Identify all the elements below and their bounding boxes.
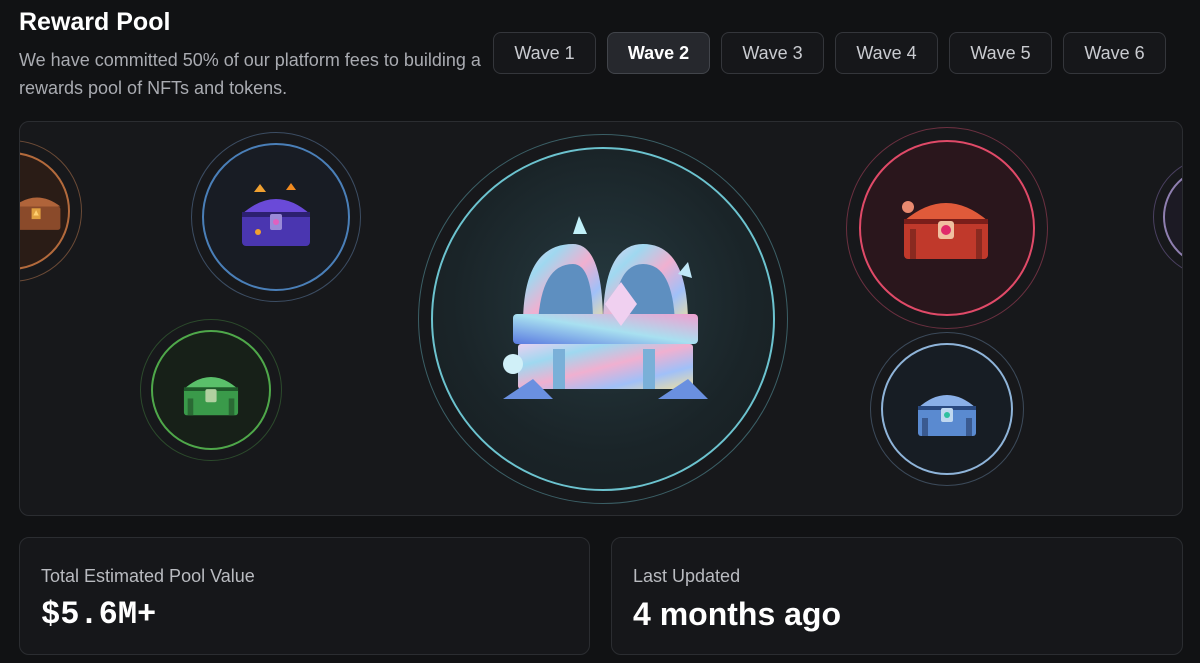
chest-node-bronze[interactable] — [20, 140, 82, 282]
red-chest-icon — [902, 201, 988, 259]
chest-node-purple[interactable] — [191, 132, 361, 302]
tab-wave-1[interactable]: Wave 1 — [493, 32, 596, 74]
tab-wave-4[interactable]: Wave 4 — [835, 32, 938, 74]
tab-wave-5[interactable]: Wave 5 — [949, 32, 1052, 74]
reward-chest-carousel — [19, 121, 1183, 516]
purple-chest-icon — [242, 183, 310, 246]
pool-value: $5.6M+ — [41, 596, 157, 633]
bronze-chest-icon — [20, 197, 61, 230]
holographic-chest-icon — [503, 216, 708, 399]
tab-wave-6[interactable]: Wave 6 — [1063, 32, 1166, 74]
blue-chest-icon — [918, 395, 976, 436]
pool-value-label: Total Estimated Pool Value — [41, 566, 255, 586]
page-subtitle: We have committed 50% of our platform fe… — [19, 50, 481, 98]
last-updated-card: Last Updated 4 months ago — [611, 537, 1183, 655]
green-chest-icon — [183, 377, 239, 416]
pool-value-card: Total Estimated Pool Value $5.6M+ — [19, 537, 590, 655]
last-updated-label: Last Updated — [633, 566, 741, 586]
page-title: Reward Pool — [19, 8, 171, 36]
chest-node-blue[interactable] — [870, 332, 1024, 486]
tab-wave-3[interactable]: Wave 3 — [721, 32, 824, 74]
chest-node-holographic[interactable] — [418, 134, 788, 504]
chest-node-violet[interactable] — [1153, 157, 1182, 277]
chest-node-green[interactable] — [140, 319, 282, 461]
wave-tabs: Wave 1 Wave 2 Wave 3 Wave 4 Wave 5 Wave … — [493, 32, 1166, 74]
last-updated-value: 4 months ago — [633, 596, 842, 632]
tab-wave-2[interactable]: Wave 2 — [607, 32, 710, 74]
chest-node-red[interactable] — [846, 127, 1048, 329]
